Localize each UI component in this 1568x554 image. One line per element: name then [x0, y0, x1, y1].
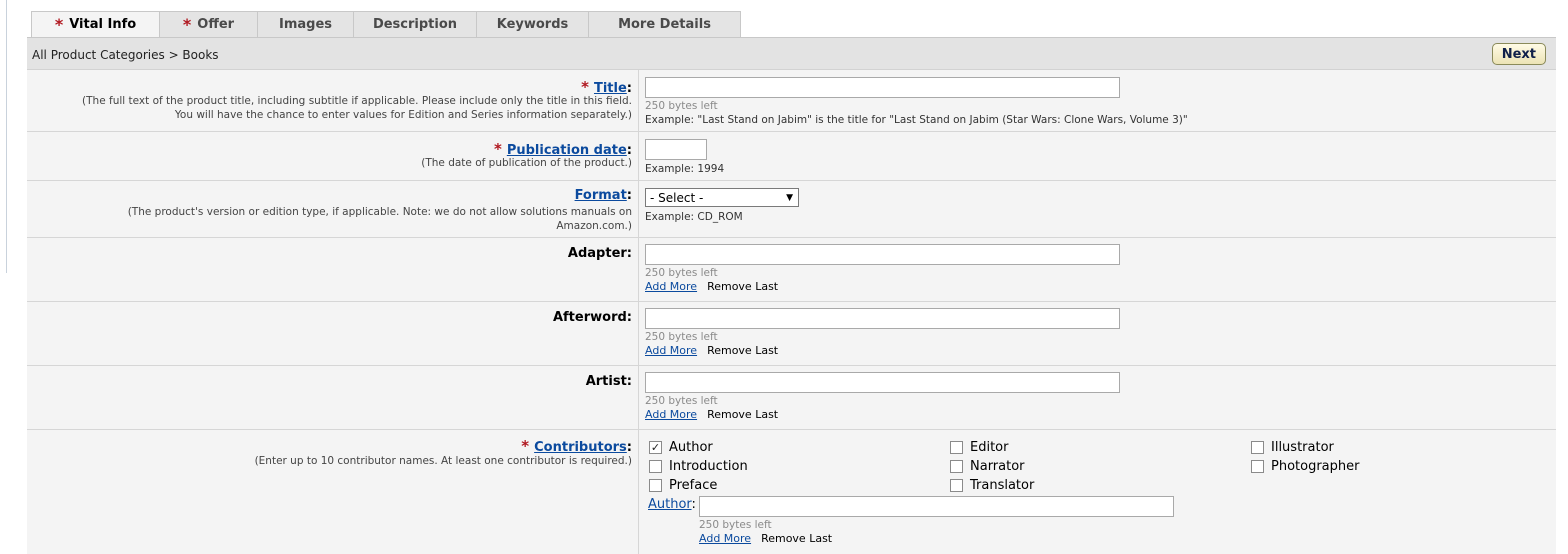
artist-remove-last-link[interactable]: Remove Last	[707, 408, 778, 421]
tab-offer[interactable]: * Offer	[160, 11, 258, 38]
required-asterisk-icon: *	[54, 15, 64, 34]
author-help-link[interactable]: Author	[648, 497, 692, 512]
afterword-links: Add More Remove Last	[645, 344, 1120, 358]
adapter-row: Adapter: 250 bytes left Add More Remove L…	[27, 238, 1556, 302]
contributors-row: * Contributors: (Enter up to 10 contribut…	[27, 430, 1556, 554]
format-label: Format:	[574, 188, 632, 203]
format-example: Example: CD_ROM	[645, 211, 743, 223]
next-button[interactable]: Next	[1491, 43, 1546, 65]
artist-input[interactable]	[645, 372, 1120, 393]
contributor-option-preface[interactable]: Preface	[649, 478, 717, 493]
tab-keywords[interactable]: Keywords	[477, 11, 589, 38]
contributor-option-editor[interactable]: Editor	[950, 440, 1008, 455]
title-example: Example: "Last Stand on Jabim" is the ti…	[645, 114, 1188, 126]
dropdown-arrow-icon: ▼	[786, 193, 793, 203]
tab-images[interactable]: Images	[258, 11, 354, 38]
checkbox-author[interactable]: ✓	[649, 441, 662, 454]
publication-date-help-text: (The date of publication of the product.…	[421, 157, 632, 169]
contributor-option-illustrator[interactable]: Illustrator	[1251, 440, 1334, 455]
title-input[interactable]	[645, 77, 1120, 98]
author-bytes-left: 250 bytes left	[699, 519, 772, 531]
author-remove-last-link[interactable]: Remove Last	[761, 532, 832, 545]
author-add-more-link[interactable]: Add More	[699, 532, 751, 545]
checkbox-preface[interactable]	[649, 479, 662, 492]
contributors-label: * Contributors:	[521, 437, 632, 455]
author-links: Add More Remove Last	[699, 532, 1174, 546]
artist-label: Artist:	[585, 374, 632, 389]
left-panel-edge	[0, 0, 7, 273]
afterword-field-group: 250 bytes left Add More Remove Last	[645, 308, 1120, 358]
contributor-option-narrator[interactable]: Narrator	[950, 459, 1025, 474]
contributors-help-link[interactable]: Contributors	[534, 440, 627, 455]
format-help-text: (The product's version or edition type, …	[127, 206, 632, 232]
tab-label: Images	[278, 17, 332, 32]
adapter-field-group: 250 bytes left Add More Remove Last	[645, 244, 1120, 294]
contributors-help-text: (Enter up to 10 contributor names. At le…	[254, 455, 632, 467]
tab-vital-info[interactable]: * Vital Info	[31, 11, 160, 38]
artist-bytes-left: 250 bytes left	[645, 395, 718, 407]
checkbox-translator[interactable]	[950, 479, 963, 492]
checkbox-introduction[interactable]	[649, 460, 662, 473]
tab-label: Offer	[197, 17, 235, 32]
format-help-link[interactable]: Format	[575, 188, 627, 203]
tab-description[interactable]: Description	[354, 11, 477, 38]
artist-links: Add More Remove Last	[645, 408, 1120, 422]
publication-date-example: Example: 1994	[645, 163, 725, 175]
title-help-text: (The full text of the product title, inc…	[82, 95, 632, 121]
author-field-label: Author:	[648, 497, 696, 512]
afterword-label: Afterword:	[552, 310, 632, 325]
tab-label: More Details	[618, 17, 711, 32]
title-row: * Title: (The full text of the product ti…	[27, 70, 1556, 132]
afterword-input[interactable]	[645, 308, 1120, 329]
format-selected-value: - Select -	[650, 190, 704, 205]
afterword-remove-last-link[interactable]: Remove Last	[707, 344, 778, 357]
checkbox-illustrator[interactable]	[1251, 441, 1264, 454]
adapter-input[interactable]	[645, 244, 1120, 265]
vital-info-form: * Title: (The full text of the product ti…	[27, 70, 1556, 554]
adapter-links: Add More Remove Last	[645, 280, 1120, 294]
afterword-bytes-left: 250 bytes left	[645, 331, 718, 343]
artist-row: Artist: 250 bytes left Add More Remove La…	[27, 366, 1556, 430]
tab-label: Description	[372, 17, 458, 32]
checkbox-photographer[interactable]	[1251, 460, 1264, 473]
contributor-option-translator[interactable]: Translator	[950, 478, 1034, 493]
required-asterisk-icon: *	[521, 437, 530, 455]
breadcrumb-bar: All Product Categories > Books Next	[27, 37, 1556, 70]
contributor-option-author[interactable]: ✓ Author	[649, 440, 713, 455]
contributor-option-introduction[interactable]: Introduction	[649, 459, 748, 474]
checkbox-narrator[interactable]	[950, 460, 963, 473]
tab-label: Keywords	[496, 17, 569, 32]
author-input[interactable]	[699, 496, 1174, 517]
afterword-row: Afterword: 250 bytes left Add More Remove…	[27, 302, 1556, 366]
adapter-label: Adapter:	[567, 246, 632, 261]
title-bytes-left: 250 bytes left	[645, 100, 718, 112]
publication-date-input[interactable]	[645, 139, 707, 160]
author-field-group: 250 bytes left Add More Remove Last	[699, 496, 1174, 546]
afterword-add-more-link[interactable]: Add More	[645, 344, 697, 357]
adapter-bytes-left: 250 bytes left	[645, 267, 718, 279]
title-field-group: 250 bytes left Example: "Last Stand on J…	[645, 77, 1188, 127]
breadcrumb: All Product Categories > Books	[32, 48, 219, 62]
format-select[interactable]: - Select - ▼	[645, 188, 799, 207]
required-asterisk-icon: *	[182, 15, 192, 34]
contributor-option-photographer[interactable]: Photographer	[1251, 459, 1359, 474]
tab-bar: * Vital Info * Offer Images Description …	[31, 11, 741, 38]
artist-add-more-link[interactable]: Add More	[645, 408, 697, 421]
tab-more-details[interactable]: More Details	[589, 11, 741, 38]
format-field-group: - Select - ▼ Example: CD_ROM	[645, 188, 799, 224]
artist-field-group: 250 bytes left Add More Remove Last	[645, 372, 1120, 422]
adapter-remove-last-link[interactable]: Remove Last	[707, 280, 778, 293]
checkbox-editor[interactable]	[950, 441, 963, 454]
publication-date-row: * Publication date: (The date of publicat…	[27, 132, 1556, 181]
format-row: Format: (The product's version or editio…	[27, 181, 1556, 238]
adapter-add-more-link[interactable]: Add More	[645, 280, 697, 293]
tab-label: Vital Info	[69, 17, 137, 32]
publication-date-field-group: Example: 1994	[645, 139, 724, 176]
